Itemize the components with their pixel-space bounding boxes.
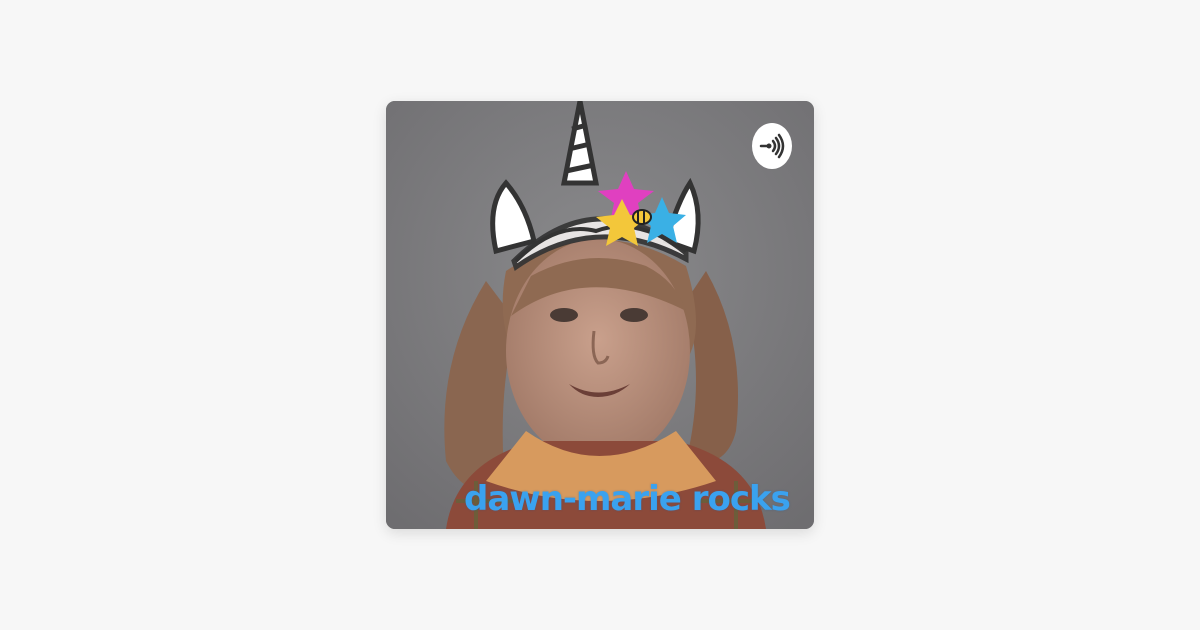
bee-icon xyxy=(632,209,652,225)
podcast-artwork: dawn-marie rocks xyxy=(386,101,814,529)
podcast-broadcast-icon xyxy=(759,133,785,159)
anchor-podcast-icon xyxy=(752,123,792,169)
artwork-caption: dawn-marie rocks xyxy=(464,479,791,519)
portrait-photo xyxy=(386,101,814,529)
